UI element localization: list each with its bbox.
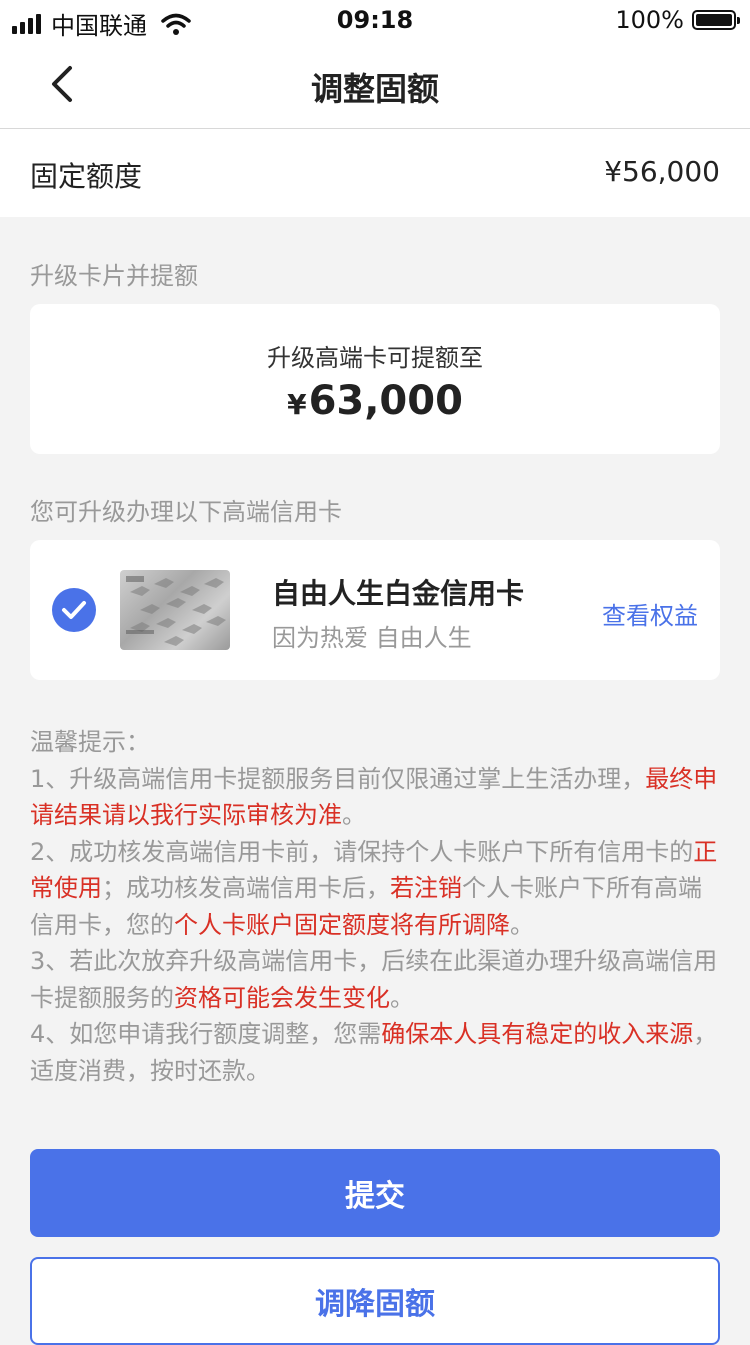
card-slogan: 因为热爱 自由人生	[272, 624, 472, 652]
page-title: 调整固额	[310, 70, 439, 108]
upgrade-amount: ¥63,000	[30, 378, 720, 424]
reduce-limit-button[interactable]: 调降固额	[30, 1257, 720, 1345]
options-section-label: 您可升级办理以下高端信用卡	[30, 498, 342, 526]
fixed-limit-label: 固定额度	[30, 160, 143, 193]
tips-section: 温馨提示： 1、升级高端信用卡提额服务目前仅限通过掌上生活办理，最终申请结果请以…	[30, 724, 720, 1089]
battery-percent: 100%	[615, 6, 684, 34]
fixed-limit-value: ¥56,000	[604, 155, 720, 188]
currency-symbol: ¥	[287, 388, 307, 421]
upgrade-section-label: 升级卡片并提额	[30, 262, 198, 290]
tips-title: 温馨提示：	[30, 728, 150, 756]
card-name: 自由人生白金信用卡	[272, 577, 525, 610]
tip-item-2: 2、成功核发高端信用卡前，请保持个人卡账户下所有信用卡的正常使用；成功核发高端信…	[30, 837, 718, 939]
tip-item-1: 1、升级高端信用卡提额服务目前仅限通过掌上生活办理，最终申请结果请以我行实际审核…	[30, 764, 718, 830]
upgrade-amount-card: 升级高端卡可提额至 ¥63,000	[30, 304, 720, 454]
status-bar: 中国联通 09:18 100%	[0, 0, 750, 40]
status-right: 100%	[615, 6, 740, 34]
view-benefits-link[interactable]: 查看权益	[602, 596, 698, 631]
nav-bar: 调整固额	[0, 40, 750, 129]
check-circle-icon[interactable]	[52, 588, 96, 632]
upgrade-subtitle: 升级高端卡可提额至	[267, 344, 483, 372]
fixed-limit-row: 固定额度 ¥56,000	[0, 129, 750, 217]
upgrade-amount-value: 63,000	[308, 378, 463, 424]
card-option[interactable]: 自由人生白金信用卡 因为热爱 自由人生 查看权益	[30, 540, 720, 680]
tip-item-3: 3、若此次放弃升级高端信用卡，后续在此渠道办理升级高端信用卡提额服务的资格可能会…	[30, 947, 718, 1012]
submit-button[interactable]: 提交	[30, 1149, 720, 1237]
battery-icon	[692, 10, 740, 30]
credit-card-image	[120, 570, 230, 650]
tip-item-4: 4、如您申请我行额度调整，您需确保本人具有稳定的收入来源，适度消费，按时还款。	[30, 1020, 718, 1085]
